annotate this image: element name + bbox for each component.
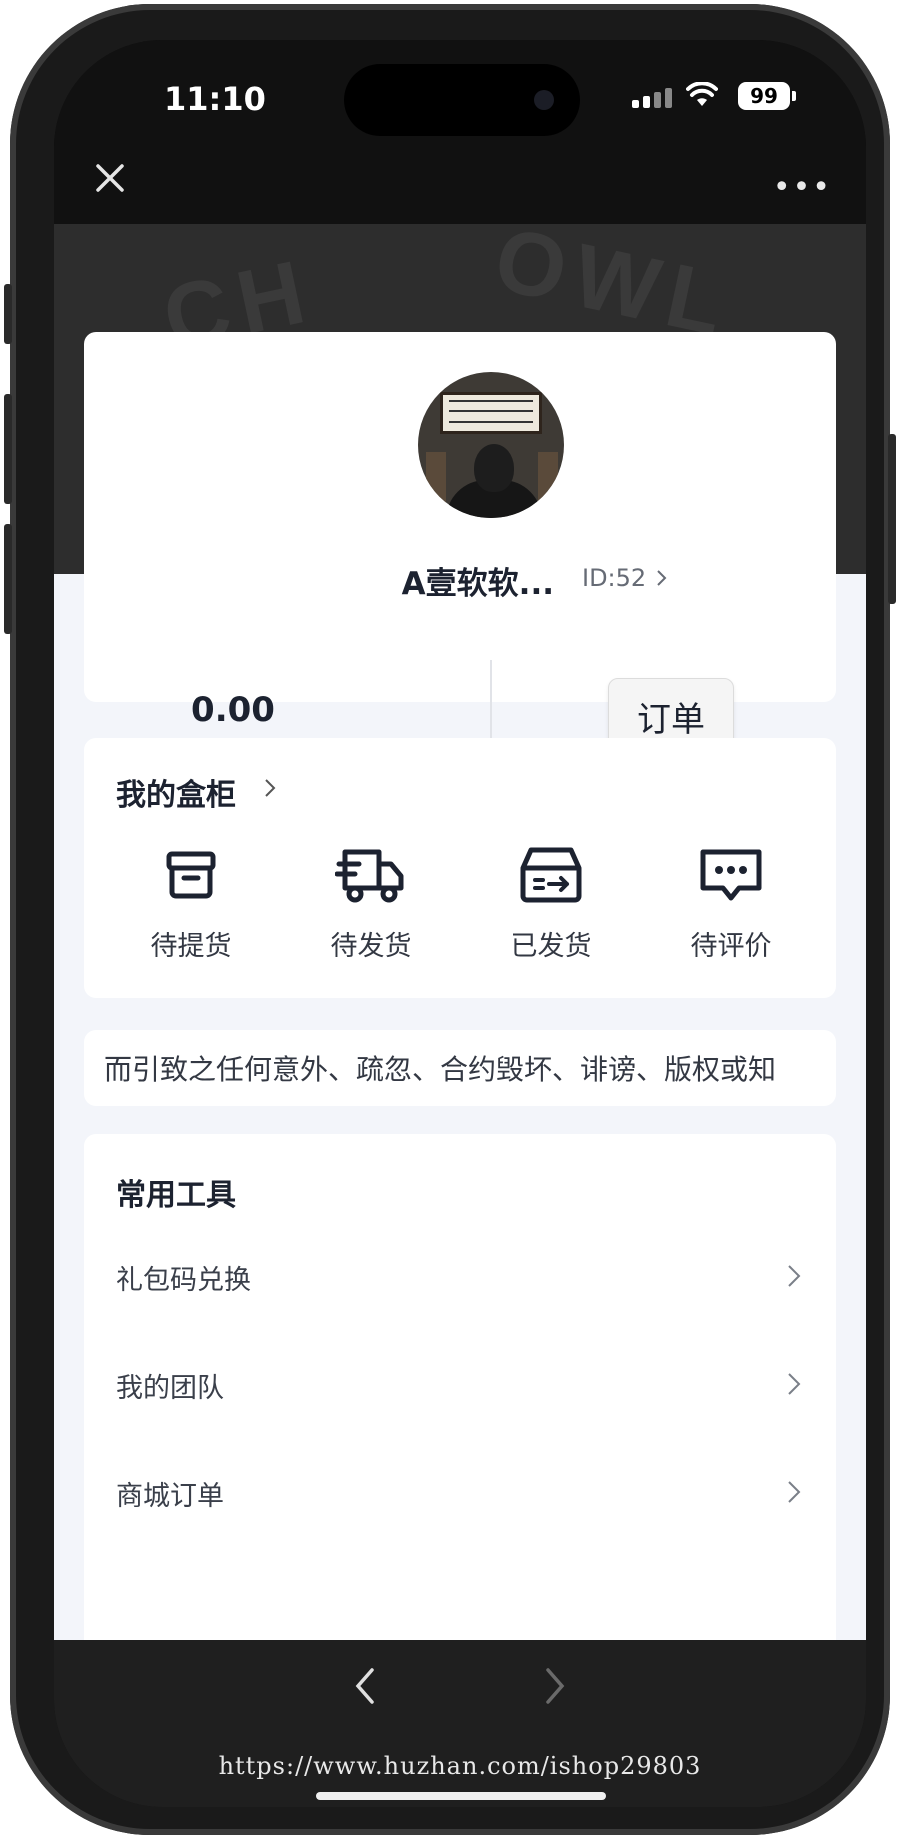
cabinet-item-label: 已发货 bbox=[510, 931, 592, 962]
notice-marquee[interactable]: 而引致之任何意外、疏忽、合约毁坏、诽谤、版权或知 bbox=[84, 1030, 836, 1106]
user-name: A壹软软... bbox=[401, 566, 554, 602]
avatar-calligraphy-frame bbox=[440, 392, 542, 434]
tool-item-label: 我的团队 bbox=[116, 1373, 224, 1404]
close-icon[interactable] bbox=[90, 158, 130, 198]
volume-up-button bbox=[4, 394, 12, 504]
back-arrow-icon[interactable] bbox=[354, 1666, 376, 1706]
tool-item-gift-code[interactable]: 礼包码兑换 bbox=[116, 1246, 806, 1306]
comment-icon bbox=[700, 849, 762, 901]
avatar[interactable] bbox=[418, 372, 564, 518]
browser-bottom-bar: https://www.huzhan.com/ishop29803 bbox=[54, 1640, 866, 1807]
avatar-head bbox=[474, 444, 514, 492]
wifi-icon bbox=[686, 82, 718, 106]
chevron-right-icon bbox=[788, 1265, 801, 1287]
shipped-box-icon bbox=[520, 847, 582, 903]
action-button bbox=[4, 284, 12, 344]
cabinet-item-label: 待评价 bbox=[690, 931, 772, 962]
user-id-link[interactable]: ID:52 bbox=[582, 564, 646, 592]
box-icon bbox=[166, 851, 216, 899]
profile-card: A壹软软... ID:52 0.00 余额 订单 bbox=[84, 332, 836, 780]
signal-icon bbox=[632, 88, 672, 108]
cabinet-item-label: 待发货 bbox=[330, 931, 412, 962]
cabinet-item-pending-pickup[interactable]: 待提货 bbox=[116, 840, 266, 970]
mini-program-topbar: ••• bbox=[54, 140, 866, 224]
cabinet-title[interactable]: 我的盒柜 bbox=[116, 770, 236, 814]
my-cabinet-card: 我的盒柜 待提货 待发货 已发货 待评价 bbox=[84, 738, 836, 998]
cabinet-item-pending-shipment[interactable]: 待发货 bbox=[296, 840, 446, 970]
screen: 11:10 99 ••• CH OWL A壹软软... ID:52 0.00 订… bbox=[54, 40, 866, 1807]
truck-icon bbox=[335, 849, 404, 903]
tool-item-label: 商城订单 bbox=[116, 1481, 224, 1512]
notice-text: 而引致之任何意外、疏忽、合约毁坏、诽谤、版权或知 bbox=[104, 1053, 777, 1086]
dynamic-island bbox=[344, 64, 580, 136]
avatar-chair-left bbox=[426, 452, 446, 512]
balance-value[interactable]: 0.00 bbox=[158, 690, 308, 730]
chevron-right-icon bbox=[788, 1373, 801, 1395]
battery-indicator: 99 bbox=[738, 82, 796, 110]
volume-down-button bbox=[4, 524, 12, 634]
power-button bbox=[888, 434, 896, 604]
page-content: CH OWL A壹软软... ID:52 0.00 余额 订单 bbox=[54, 224, 866, 1640]
common-tools-card: 常用工具 礼包码兑换 我的团队 商城订单 bbox=[84, 1134, 836, 1640]
home-indicator[interactable] bbox=[316, 1792, 606, 1800]
chevron-right-icon[interactable] bbox=[262, 776, 278, 800]
chevron-right-icon bbox=[788, 1481, 801, 1503]
phone-frame: 11:10 99 ••• CH OWL A壹软软... ID:52 0.00 订… bbox=[4, 4, 896, 1835]
status-time: 11:10 bbox=[164, 80, 266, 118]
tool-item-my-team[interactable]: 我的团队 bbox=[116, 1354, 806, 1414]
chevron-right-icon bbox=[657, 570, 667, 586]
avatar-chair-right bbox=[538, 452, 558, 512]
cabinet-item-label: 待提货 bbox=[150, 931, 232, 962]
cabinet-item-pending-review[interactable]: 待评价 bbox=[656, 840, 806, 970]
forward-arrow-icon[interactable] bbox=[544, 1666, 566, 1706]
url-watermark: https://www.huzhan.com/ishop29803 bbox=[218, 1752, 702, 1780]
tool-item-label: 礼包码兑换 bbox=[116, 1265, 251, 1296]
more-options-icon[interactable]: ••• bbox=[773, 170, 832, 205]
camera-icon bbox=[534, 90, 554, 110]
cabinet-item-shipped[interactable]: 已发货 bbox=[476, 840, 626, 970]
tools-title: 常用工具 bbox=[116, 1178, 236, 1213]
tool-item-mall-orders[interactable]: 商城订单 bbox=[116, 1462, 806, 1522]
